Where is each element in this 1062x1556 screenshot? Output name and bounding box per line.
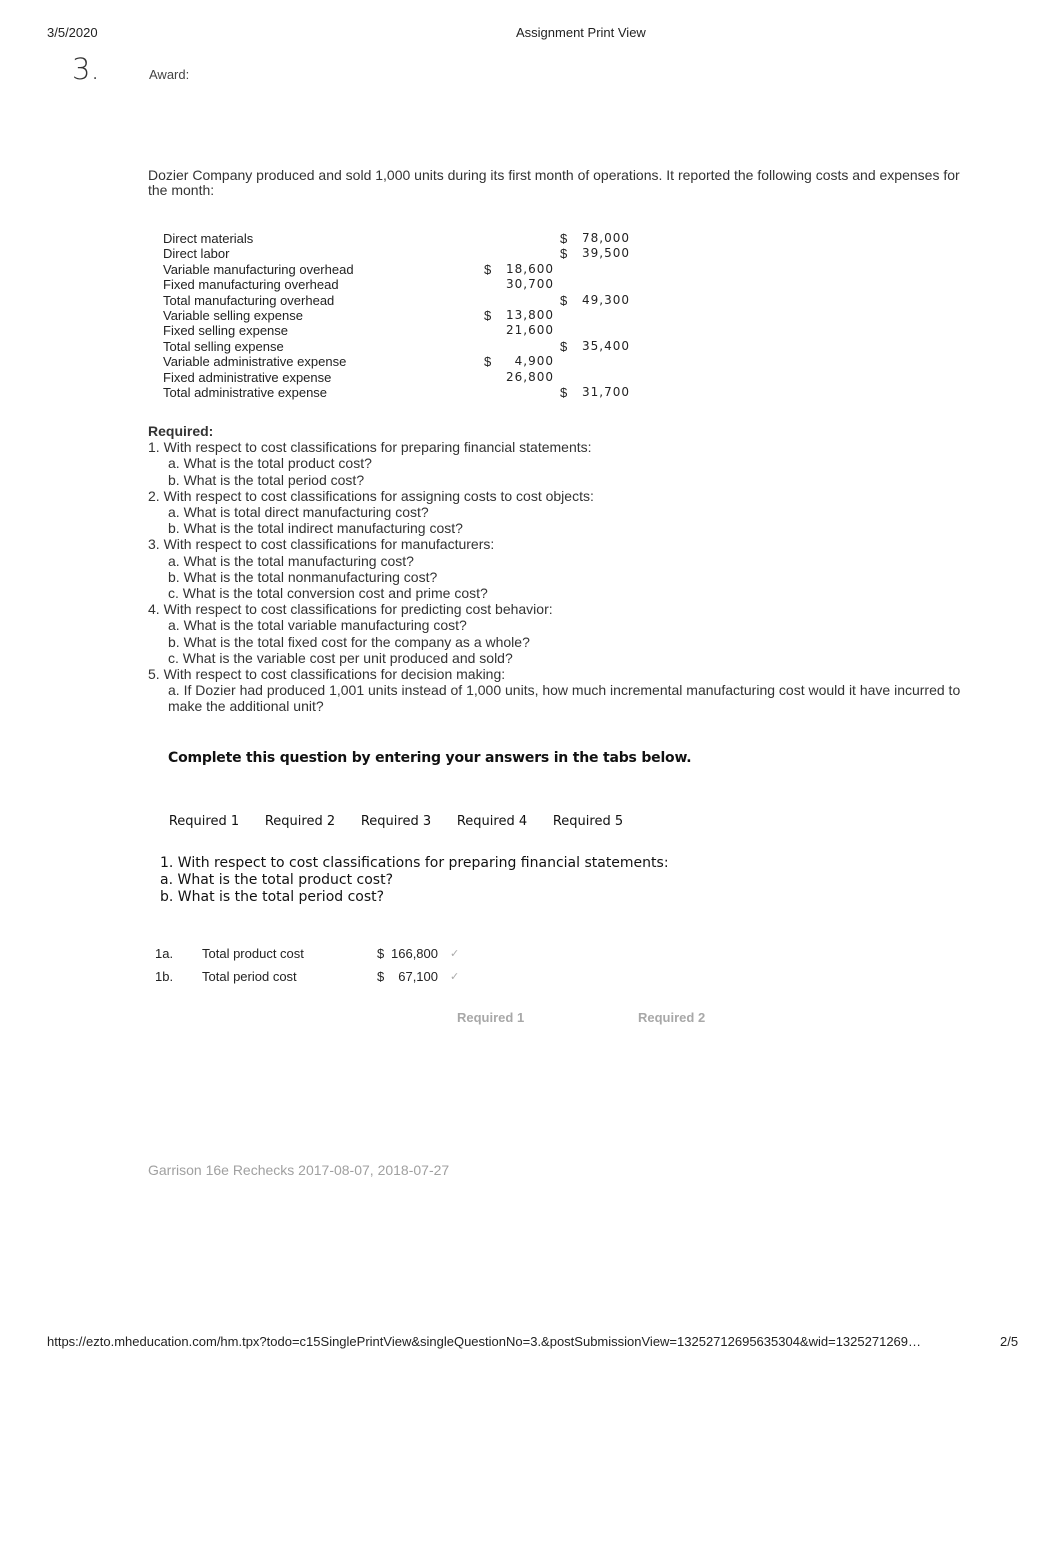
- tab-prompt-line: 1. With respect to cost classifications …: [160, 855, 669, 871]
- currency-symbol: $: [484, 261, 492, 277]
- tab-required-2[interactable]: Required 2: [252, 814, 348, 829]
- cost-label: Total administrative expense: [163, 384, 328, 400]
- tab-required-1[interactable]: Required 1: [156, 814, 252, 829]
- source-credit: Garrison 16e Rechecks 2017-08-07, 2018-0…: [148, 1162, 450, 1178]
- currency-symbol: $: [560, 231, 568, 246]
- currency-symbol: $: [377, 946, 385, 961]
- required-question: 1. With respect to cost classifications …: [148, 439, 592, 456]
- cost-total-value: 78,000: [582, 231, 630, 245]
- required-question: 2. With respect to cost classifications …: [148, 487, 594, 504]
- required-subquestion: b. What is the total indirect manufactur…: [168, 520, 463, 537]
- currency-symbol: $: [560, 292, 568, 308]
- currency-symbol: $: [560, 246, 568, 262]
- cost-total-value: 49,300: [582, 292, 630, 307]
- next-tab-button[interactable]: Required 2: [638, 1010, 705, 1025]
- required-question: 5. With respect to cost classifications …: [148, 666, 506, 683]
- answer-code: 1a.: [155, 946, 174, 961]
- currency-symbol: $: [377, 969, 385, 984]
- question-number: 3.: [72, 52, 100, 86]
- required-question: 4. With respect to cost classifications …: [148, 601, 553, 618]
- check-icon: ✓: [450, 971, 460, 983]
- required-list: 1. With respect to cost classifications …: [148, 439, 988, 714]
- required-heading: Required:: [148, 423, 214, 439]
- required-subquestion: a. If Dozier had produced 1,001 units in…: [168, 682, 961, 715]
- required-section: Required: 1. With respect to cost classi…: [148, 423, 988, 715]
- cost-label: Variable selling expense: [163, 307, 303, 323]
- cost-label: Total selling expense: [163, 338, 284, 354]
- award-label: Award:: [149, 67, 190, 82]
- cost-label: Fixed selling expense: [163, 323, 289, 339]
- footer-url: https://ezto.mheducation.com/hm.tpx?todo…: [47, 1334, 922, 1349]
- required-subquestion: c. What is the variable cost per unit pr…: [168, 649, 513, 666]
- cost-label: Direct labor: [163, 246, 230, 262]
- cost-subtotal-value: 21,600: [506, 323, 554, 338]
- required-subquestion: a. What is the total variable manufactur…: [168, 617, 467, 634]
- cost-label: Variable administrative expense: [163, 354, 347, 370]
- required-subquestion: a. What is total direct manufacturing co…: [168, 504, 429, 521]
- cost-subtotal-value: 30,700: [506, 277, 554, 292]
- cost-total-value: 31,700: [582, 384, 630, 399]
- tab-prompt-line: b. What is the total period cost?: [160, 889, 385, 905]
- required-subquestion: c. What is the total conversion cost and…: [168, 585, 488, 602]
- cost-label: Variable manufacturing overhead: [163, 261, 354, 277]
- required-subquestion: b. What is the total nonmanufacturing co…: [168, 568, 438, 585]
- answer-label: Total product cost: [202, 946, 304, 961]
- cost-total-value: 39,500: [582, 246, 630, 261]
- print-view-title: Assignment Print View: [516, 25, 646, 40]
- cost-total-value: 35,400: [582, 338, 630, 353]
- currency-symbol: $: [560, 338, 568, 354]
- tab-prompt-line: a. What is the total product cost?: [160, 872, 394, 888]
- print-date: 3/5/2020: [47, 25, 98, 40]
- cost-subtotal-value: 18,600: [506, 261, 554, 276]
- required-subquestion: a. What is the total manufacturing cost?: [168, 552, 414, 569]
- required-question: 3. With respect to cost classifications …: [148, 536, 495, 553]
- check-icon: ✓: [450, 948, 460, 960]
- prev-tab-button[interactable]: Required 1: [457, 1010, 524, 1025]
- instruction-text: Complete this question by entering your …: [168, 750, 692, 766]
- tab-required-4[interactable]: Required 4: [444, 814, 540, 829]
- required-subquestion: a. What is the total product cost?: [168, 455, 372, 472]
- answer-value: 166,800: [391, 946, 438, 961]
- answer-label: Total period cost: [202, 969, 297, 984]
- required-subquestion: b. What is the total period cost?: [168, 471, 365, 488]
- cost-label: Total manufacturing overhead: [163, 292, 335, 308]
- required-subquestion: b. What is the total fixed cost for the …: [168, 633, 530, 650]
- page-number: 2/5: [1000, 1334, 1019, 1349]
- question-intro: Dozier Company produced and sold 1,000 u…: [148, 167, 960, 198]
- tab-prompt: 1. With respect to cost classifications …: [160, 855, 669, 906]
- tab-required-5[interactable]: Required 5: [540, 814, 636, 829]
- tab-required-3[interactable]: Required 3: [348, 814, 444, 829]
- answer-code: 1b.: [155, 969, 174, 984]
- cost-subtotal-value: 13,800: [506, 307, 554, 322]
- cost-label: Fixed administrative expense: [163, 369, 332, 385]
- cost-subtotal-value: 4,900: [514, 354, 554, 369]
- currency-symbol: $: [560, 384, 568, 400]
- answer-value: 67,100: [398, 969, 438, 984]
- required-tabs: Required 1 Required 2 Required 3 Require…: [156, 814, 636, 829]
- cost-label: Fixed manufacturing overhead: [163, 277, 339, 293]
- cost-subtotal-value: 26,800: [506, 369, 554, 384]
- currency-symbol: $: [484, 354, 492, 370]
- cost-label: Direct materials: [163, 231, 254, 246]
- currency-symbol: $: [484, 307, 492, 323]
